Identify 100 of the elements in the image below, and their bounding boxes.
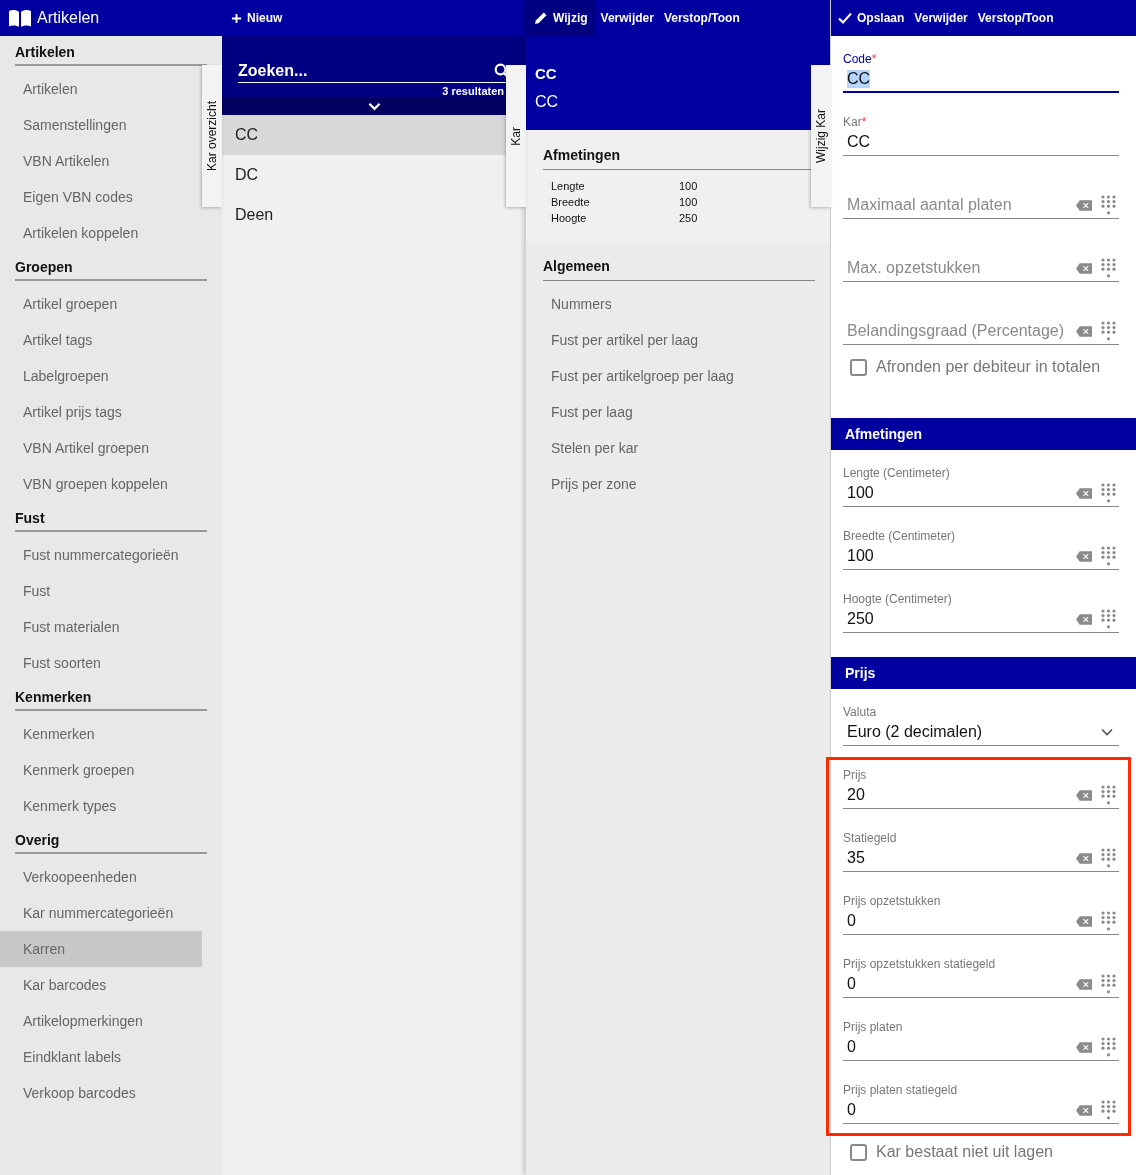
sidebar-item[interactable]: Fust bbox=[0, 573, 202, 609]
sidebar-item[interactable]: Samenstellingen bbox=[0, 107, 202, 143]
toolbar-button[interactable]: Verstop/Toon bbox=[972, 0, 1059, 36]
sidebar-item[interactable]: Artikelen koppelen bbox=[0, 215, 202, 251]
field-label: Kar* bbox=[843, 115, 868, 129]
sidebar-item[interactable]: Kenmerk types bbox=[0, 788, 202, 824]
property-label: Hoogte bbox=[551, 211, 588, 226]
field-label: Statiegeld bbox=[843, 831, 898, 845]
sidebar-item[interactable]: Labelgroepen bbox=[0, 358, 202, 394]
sidebar-item[interactable]: VBN Artikel groepen bbox=[0, 430, 202, 466]
record-subtitle: CC bbox=[535, 93, 560, 111]
property-label: Lengte bbox=[551, 179, 586, 194]
sidebar-item[interactable]: VBN Artikelen bbox=[0, 143, 202, 179]
clear-icon bbox=[1076, 978, 1092, 990]
sidebar-item[interactable]: Kenmerk groepen bbox=[0, 752, 202, 788]
field-label: Hoogte (Centimeter) bbox=[843, 592, 953, 606]
sidebar-item[interactable]: Artikel groepen bbox=[0, 286, 202, 322]
app-title: Artikelen bbox=[37, 9, 100, 27]
field-label: Prijs platen bbox=[843, 1020, 904, 1034]
sidebar-item[interactable]: Artikelen bbox=[0, 71, 202, 107]
sidebar-item[interactable]: Verkoopeenheden bbox=[0, 859, 202, 895]
clear-icon bbox=[1076, 487, 1092, 499]
clear-icon bbox=[1076, 1104, 1092, 1116]
result-count: 3 resultaten bbox=[441, 85, 505, 97]
clear-icon bbox=[1076, 613, 1092, 625]
input-field[interactable]: 0 bbox=[843, 1097, 1119, 1124]
clear-icon bbox=[1076, 915, 1092, 927]
clear-icon bbox=[1076, 550, 1092, 562]
dropdown[interactable]: Euro (2 decimalen) bbox=[843, 719, 1119, 746]
side-tab[interactable]: Wijzig Kar bbox=[811, 65, 831, 207]
field-label: Code* bbox=[843, 52, 878, 66]
field-label: Prijs bbox=[843, 768, 868, 782]
sidebar-item[interactable]: Kar nummercategorieën bbox=[0, 895, 202, 931]
sidebar-item[interactable]: Fust nummercategorieën bbox=[0, 537, 202, 573]
input-field[interactable]: CC bbox=[843, 129, 1119, 156]
menu-link[interactable]: Nummers bbox=[543, 286, 815, 322]
keypad-icon bbox=[1101, 911, 1116, 931]
toolbar-button[interactable]: Verwijder bbox=[909, 0, 973, 36]
sidebar-item[interactable]: Kenmerken bbox=[0, 716, 202, 752]
list-item[interactable]: DC bbox=[222, 155, 506, 195]
clear-icon bbox=[1076, 852, 1092, 864]
menu-link[interactable]: Fust per artikelgroep per laag bbox=[543, 358, 815, 394]
property-label: Breedte bbox=[551, 195, 591, 210]
record-title: CC bbox=[535, 65, 558, 84]
check-icon bbox=[838, 12, 852, 24]
list-item[interactable]: CC bbox=[222, 115, 506, 155]
property-value: 250 bbox=[679, 211, 698, 226]
input-field[interactable]: Maximaal aantal platen bbox=[843, 192, 1119, 219]
keypad-icon bbox=[1101, 321, 1116, 341]
side-tab[interactable]: Kar overzicht bbox=[202, 65, 222, 207]
side-tab[interactable]: Kar bbox=[506, 65, 526, 207]
sidebar-item[interactable]: Kar barcodes bbox=[0, 967, 202, 1003]
input-field[interactable]: 35 bbox=[843, 845, 1119, 872]
pencil-icon bbox=[534, 11, 548, 25]
toolbar-button[interactable]: Opslaan bbox=[833, 0, 910, 36]
keypad-icon bbox=[1101, 258, 1116, 278]
input-field[interactable]: 100 bbox=[843, 480, 1119, 507]
field-label: Valuta bbox=[843, 705, 878, 719]
list-item[interactable]: Deen bbox=[222, 195, 506, 235]
input-field[interactable]: 250 bbox=[843, 606, 1119, 633]
input-field[interactable]: CC bbox=[843, 66, 1119, 93]
keypad-icon bbox=[1101, 785, 1116, 805]
sidebar-item[interactable]: Karren bbox=[0, 931, 202, 967]
input-field[interactable]: 100 bbox=[843, 543, 1119, 570]
checkbox[interactable] bbox=[850, 1143, 867, 1161]
menu-link[interactable]: Prijs per zone bbox=[543, 466, 815, 502]
toolbar-button[interactable]: Verstop/Toon bbox=[658, 0, 745, 36]
input-field[interactable]: 0 bbox=[843, 1034, 1119, 1061]
toolbar-button[interactable]: Wijzig bbox=[526, 0, 596, 36]
sidebar-item[interactable]: VBN groepen koppelen bbox=[0, 466, 202, 502]
chevron-down-icon bbox=[367, 101, 381, 111]
section-heading: Overig bbox=[15, 824, 207, 854]
input-field[interactable]: Belandingsgraad (Percentage) bbox=[843, 318, 1119, 345]
toolbar-button[interactable]: Verwijder bbox=[595, 0, 659, 36]
sidebar-item[interactable]: Eigen VBN codes bbox=[0, 179, 202, 215]
sidebar-item[interactable]: Artikel tags bbox=[0, 322, 202, 358]
section-heading: Fust bbox=[15, 502, 207, 532]
input-field[interactable]: Max. opzetstukken bbox=[843, 255, 1119, 282]
menu-link[interactable]: Stelen per kar bbox=[543, 430, 815, 466]
sidebar-item[interactable]: Eindklant labels bbox=[0, 1039, 202, 1075]
chevron-down-icon bbox=[1101, 728, 1113, 736]
checkbox[interactable] bbox=[850, 358, 867, 376]
sidebar-item[interactable]: Artikel prijs tags bbox=[0, 394, 202, 430]
menu-link[interactable]: Fust per laag bbox=[543, 394, 815, 430]
clear-icon bbox=[1076, 199, 1092, 211]
input-field[interactable]: 0 bbox=[843, 971, 1119, 998]
input-field[interactable]: 20 bbox=[843, 782, 1119, 809]
input-field[interactable]: 0 bbox=[843, 908, 1119, 935]
section-heading: Groepen bbox=[15, 251, 207, 281]
keypad-icon bbox=[1101, 483, 1116, 503]
sidebar-item[interactable]: Fust materialen bbox=[0, 609, 202, 645]
sidebar-item[interactable]: Fust soorten bbox=[0, 645, 202, 681]
sidebar-item[interactable]: Verkoop barcodes bbox=[0, 1075, 202, 1111]
keypad-icon bbox=[1101, 1100, 1116, 1120]
property-value: 100 bbox=[679, 195, 698, 210]
section-heading: Kenmerken bbox=[15, 681, 207, 711]
sidebar-item[interactable]: Artikelopmerkingen bbox=[0, 1003, 202, 1039]
menu-link[interactable]: Fust per artikel per laag bbox=[543, 322, 815, 358]
field-label: Prijs opzetstukken bbox=[843, 894, 942, 908]
field-label: Lengte (Centimeter) bbox=[843, 466, 951, 480]
